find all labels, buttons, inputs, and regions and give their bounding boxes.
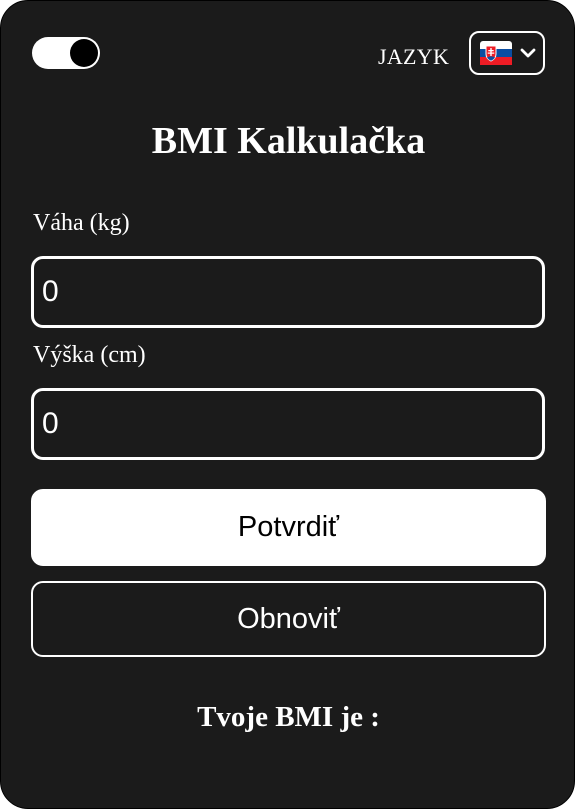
height-label: Výška (cm) (33, 342, 146, 368)
theme-toggle[interactable] (32, 37, 100, 69)
slovakia-flag-icon (480, 41, 512, 65)
toggle-knob (70, 39, 98, 67)
weight-label: Váha (kg) (33, 210, 130, 236)
language-label: JAZYK (378, 44, 450, 69)
chevron-down-icon (520, 48, 536, 58)
bmi-calculator-card: JAZYK BMI Kalkulačka Váha (kg) Výška (cm… (0, 0, 575, 809)
weight-input[interactable] (31, 256, 545, 328)
language-select[interactable] (469, 31, 545, 75)
confirm-button[interactable]: Potvrdiť (31, 489, 546, 566)
bmi-result-label: Tvoje BMI je : (197, 701, 380, 733)
page-title: BMI Kalkulačka (151, 120, 426, 162)
reset-button[interactable]: Obnoviť (31, 581, 546, 657)
height-input[interactable] (31, 388, 545, 460)
